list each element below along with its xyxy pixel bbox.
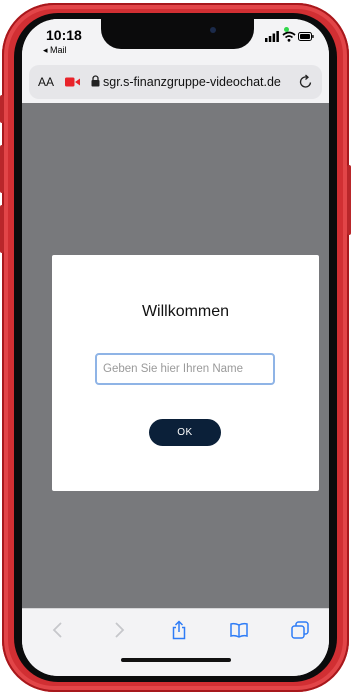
url-text[interactable]: sgr.s-finanzgruppe-videochat.de (103, 75, 281, 89)
notch (101, 19, 254, 49)
tabs-icon[interactable] (290, 620, 310, 640)
safari-toolbar (22, 608, 329, 676)
battery-icon (298, 32, 314, 41)
wifi-icon (282, 31, 296, 42)
power-button (347, 165, 351, 235)
signal-icon (265, 31, 279, 42)
status-time: 10:18 (46, 27, 82, 43)
welcome-dialog: Willkommen OK (52, 255, 319, 491)
phone-screen: 10:18 ◂ Mail AA sgr.s-finanzgruppe-video… (22, 19, 329, 676)
name-input[interactable] (95, 353, 275, 385)
mute-switch (0, 95, 4, 123)
forward-icon[interactable] (109, 620, 129, 640)
home-indicator (121, 658, 231, 662)
web-content: Willkommen OK (22, 103, 329, 608)
text-size-button[interactable]: AA (38, 75, 54, 89)
dialog-title: Willkommen (141, 303, 230, 320)
back-to-app-link[interactable]: ◂ Mail (43, 45, 67, 56)
volume-down-button (0, 205, 4, 253)
lock-icon (91, 75, 100, 87)
camera-icon[interactable] (65, 76, 80, 88)
back-icon[interactable] (48, 620, 68, 640)
bookmarks-icon[interactable] (229, 620, 249, 640)
ok-button[interactable]: OK (149, 419, 221, 446)
front-camera (210, 27, 216, 33)
address-bar[interactable]: AA sgr.s-finanzgruppe-videochat.de (29, 65, 322, 99)
reload-icon[interactable] (299, 74, 313, 89)
volume-up-button (0, 145, 4, 193)
status-icons (265, 31, 314, 43)
share-icon[interactable] (169, 620, 189, 640)
